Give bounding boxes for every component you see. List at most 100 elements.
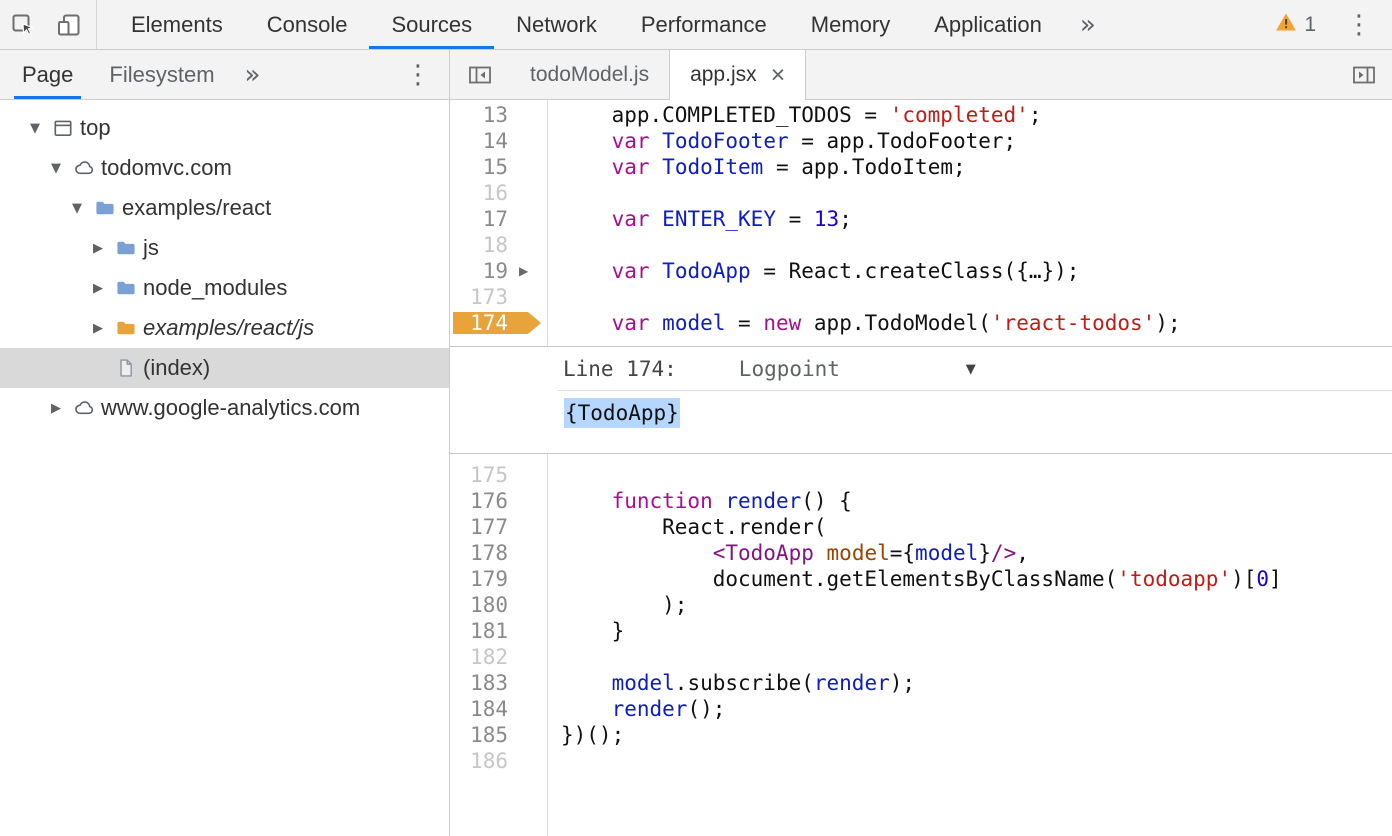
logpoint-expression-text: {TodoApp} (564, 398, 680, 428)
line-number[interactable]: 182 (450, 644, 508, 670)
tab-network[interactable]: Network (494, 0, 619, 49)
tab-elements[interactable]: Elements (109, 0, 245, 49)
close-tab-icon[interactable]: × (771, 63, 786, 88)
code-text[interactable]: var TodoItem = app.TodoItem; (547, 154, 966, 180)
line-number[interactable]: 13 (450, 102, 508, 128)
code-text[interactable]: document.getElementsByClassName('todoapp… (547, 566, 1282, 592)
line-number[interactable]: 16 (450, 180, 508, 206)
tab-console[interactable]: Console (245, 0, 370, 49)
line-number[interactable]: 174 (450, 310, 508, 336)
fold-gutter (508, 722, 547, 748)
disclosure-expanded-icon[interactable]: ▼ (30, 121, 52, 136)
line-number[interactable]: 186 (450, 748, 508, 774)
code-text[interactable]: React.render( (547, 514, 827, 540)
line-number[interactable]: 175 (450, 462, 508, 488)
logpoint-type-select[interactable]: Logpoint ▼ (739, 357, 976, 381)
tree-item-examples-react[interactable]: ▼examples/react (0, 188, 449, 228)
fold-gutter (508, 644, 547, 670)
code-text[interactable]: <TodoApp model={model}/>, (547, 540, 1029, 566)
disclosure-collapsed-icon[interactable]: ▶ (93, 241, 115, 256)
tree-item-examples-react-js[interactable]: ▶examples/react/js (0, 308, 449, 348)
line-number[interactable]: 185 (450, 722, 508, 748)
line-number[interactable]: 15 (450, 154, 508, 180)
tree-item-top[interactable]: ▼top (0, 108, 449, 148)
device-toolbar-icon[interactable] (46, 0, 92, 49)
fold-gutter (508, 488, 547, 514)
code-line-173: 173 (450, 284, 1392, 310)
tree-item-node-modules[interactable]: ▶node_modules (0, 268, 449, 308)
inspect-cursor-icon[interactable] (0, 0, 46, 49)
code-line-178: 178 <TodoApp model={model}/>, (450, 540, 1392, 566)
tab-sources[interactable]: Sources (369, 0, 494, 49)
editor-tab-app-jsx[interactable]: app.jsx× (669, 50, 806, 100)
disclosure-expanded-icon[interactable]: ▼ (72, 201, 94, 216)
tab-memory[interactable]: Memory (789, 0, 912, 49)
hide-navigator-icon[interactable] (450, 50, 510, 99)
line-number[interactable]: 178 (450, 540, 508, 566)
disclosure-expanded-icon[interactable]: ▼ (51, 161, 73, 176)
code-text[interactable] (547, 748, 561, 774)
code-text[interactable] (547, 462, 561, 488)
code-text[interactable]: model.subscribe(render); (547, 670, 915, 696)
warning-badge[interactable]: 1 (1265, 0, 1326, 49)
navigator-tab-page[interactable]: Page (4, 50, 91, 99)
line-number[interactable]: 14 (450, 128, 508, 154)
tree-item-todomvc-com[interactable]: ▼todomvc.com (0, 148, 449, 188)
disclosure-collapsed-icon[interactable]: ▶ (51, 401, 73, 416)
show-debugger-sidebar-icon[interactable] (1336, 50, 1392, 99)
navigator-tab-filesystem[interactable]: Filesystem (91, 50, 232, 99)
code-line-184: 184 render(); (450, 696, 1392, 722)
line-number[interactable]: 183 (450, 670, 508, 696)
code-text[interactable]: })(); (547, 722, 624, 748)
code-text[interactable]: var TodoApp = React.createClass({…}); (547, 258, 1079, 284)
line-number[interactable]: 17 (450, 206, 508, 232)
code-text[interactable] (547, 232, 561, 258)
tab-performance[interactable]: Performance (619, 0, 789, 49)
code-text[interactable]: var TodoFooter = app.TodoFooter; (547, 128, 1016, 154)
disclosure-collapsed-icon[interactable]: ▶ (93, 281, 115, 296)
code-line-179: 179 document.getElementsByClassName('tod… (450, 566, 1392, 592)
line-number[interactable]: 177 (450, 514, 508, 540)
disclosure-collapsed-icon[interactable]: ▶ (93, 321, 115, 336)
fold-gutter (508, 154, 547, 180)
code-text[interactable]: ); (547, 592, 687, 618)
main-menu-icon[interactable]: ⋮ (1326, 0, 1392, 49)
folder-blue-icon (115, 277, 143, 299)
more-panels-icon[interactable]: » (1064, 0, 1112, 49)
line-number[interactable]: 173 (450, 284, 508, 310)
code-text[interactable]: var ENTER_KEY = 13; (547, 206, 852, 232)
line-number[interactable]: 181 (450, 618, 508, 644)
navigator-menu-icon[interactable]: ⋮ (387, 50, 449, 99)
editor-tab-todomodel-js[interactable]: todoModel.js (510, 50, 669, 99)
code-text[interactable]: var model = new app.TodoModel('react-tod… (547, 310, 1181, 336)
dropdown-caret-icon: ▼ (966, 362, 976, 377)
fold-gutter (508, 540, 547, 566)
line-number[interactable]: 19 (450, 258, 508, 284)
tree-item-js[interactable]: ▶js (0, 228, 449, 268)
code-line-183: 183 model.subscribe(render); (450, 670, 1392, 696)
more-navigator-tabs-icon[interactable]: » (233, 50, 273, 99)
line-number[interactable]: 179 (450, 566, 508, 592)
logpoint-header: Line 174: Logpoint ▼ (450, 347, 1392, 391)
line-number[interactable]: 18 (450, 232, 508, 258)
tree-item-www-google-analytics-com[interactable]: ▶www.google-analytics.com (0, 388, 449, 428)
logpoint-type-value: Logpoint (739, 357, 840, 381)
tree-item-index[interactable]: (index) (0, 348, 449, 388)
code-text[interactable]: } (547, 618, 624, 644)
fold-gutter (508, 748, 547, 774)
code-text[interactable]: function render() { (547, 488, 852, 514)
line-number[interactable]: 176 (450, 488, 508, 514)
fold-collapsed-icon[interactable]: ▶ (519, 258, 528, 284)
logpoint-line-label: Line 174: (563, 357, 677, 381)
fold-gutter: ▶ (508, 258, 547, 284)
tab-application[interactable]: Application (912, 0, 1064, 49)
line-number[interactable]: 184 (450, 696, 508, 722)
code-text[interactable]: render(); (547, 696, 725, 722)
logpoint-expression-input[interactable]: {TodoApp} (450, 391, 1392, 453)
fold-gutter (508, 206, 547, 232)
line-number[interactable]: 180 (450, 592, 508, 618)
code-text[interactable]: app.COMPLETED_TODOS = 'completed'; (547, 102, 1041, 128)
code-text[interactable] (547, 644, 561, 670)
code-text[interactable] (547, 180, 561, 206)
code-text[interactable] (547, 284, 561, 310)
